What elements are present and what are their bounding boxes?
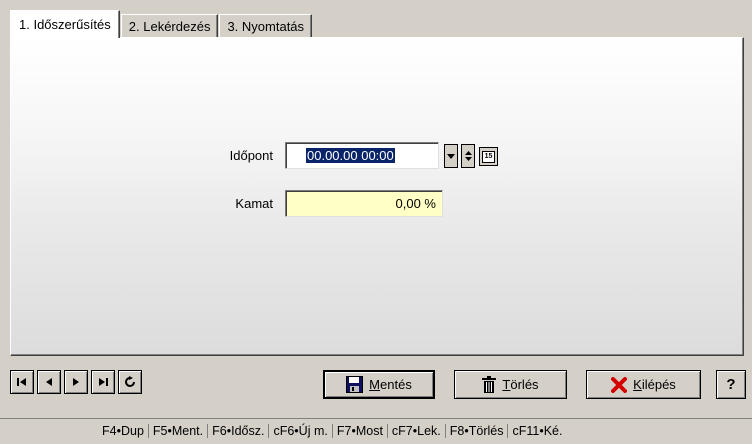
spin-down-icon [464,157,472,161]
idopont-label: Időpont [229,148,273,163]
status-shortcut[interactable]: cF7•Lek. [388,424,446,438]
last-record-icon [99,378,108,386]
tab-label: 2. Lekérdezés [128,19,211,34]
status-shortcut[interactable]: F8•Törlés [446,424,509,438]
main-window: 1. Időszerűsítés 2. Lekérdezés 3. Nyomta… [0,0,752,444]
kamat-field[interactable]: 0,00 % [285,190,443,217]
spin-button[interactable] [461,144,475,168]
calendar-icon: 15 [482,150,495,163]
idopont-field[interactable]: 00.00.00 00:00 [285,142,439,169]
chevron-down-icon [447,153,455,159]
calendar-button[interactable]: 15 [479,147,498,166]
delete-button[interactable]: Törlés [454,370,567,399]
help-button[interactable]: ? [716,370,746,399]
tab-label: 1. Időszerűsítés [19,17,111,32]
save-button[interactable]: Mentés [323,370,435,399]
help-button-label: ? [726,376,736,393]
next-record-button[interactable] [64,370,88,394]
tab-panel: Időpont 00.00.00 00:00 15 Kamat 0,00 % [10,37,744,356]
kamat-value: 0,00 % [395,196,436,211]
status-shortcut[interactable]: cF11•Ké. [508,424,566,438]
dropdown-button[interactable] [444,144,458,168]
save-button-label: Mentés [369,377,412,392]
tab-strip: 1. Időszerűsítés 2. Lekérdezés 3. Nyomta… [10,10,313,38]
status-bar: F4•Dup F5•Ment. F6•Idősz. cF6•Új m. F7•M… [0,418,752,444]
tab-nyomtatas[interactable]: 3. Nyomtatás [219,14,313,38]
first-record-button[interactable] [10,370,34,394]
status-shortcut[interactable]: F4•Dup [98,424,149,438]
status-shortcuts: F4•Dup F5•Ment. F6•Idősz. cF6•Új m. F7•M… [98,424,566,438]
refresh-icon [125,376,135,387]
refresh-button[interactable] [118,370,142,394]
spin-up-icon [464,151,472,155]
status-shortcut[interactable]: F5•Ment. [149,424,209,438]
previous-record-button[interactable] [37,370,61,394]
previous-record-icon [46,378,52,386]
kamat-label: Kamat [235,196,273,211]
tab-idoszerusites[interactable]: 1. Időszerűsítés [10,10,120,38]
next-record-icon [73,378,79,386]
idopont-value: 00.00.00 00:00 [306,148,395,163]
first-record-icon [17,378,26,386]
tab-lekerdezes[interactable]: 2. Lekérdezés [120,14,219,38]
status-shortcut[interactable]: cF6•Új m. [269,424,333,438]
trash-can-icon [482,376,497,393]
exit-button-label: Kilépés [633,377,676,392]
status-shortcut[interactable]: F6•Idősz. [208,424,270,438]
tab-label: 3. Nyomtatás [227,19,305,34]
last-record-button[interactable] [91,370,115,394]
delete-button-label: Törlés [502,377,539,392]
status-shortcut[interactable]: F7•Most [333,424,388,438]
exit-button[interactable]: Kilépés [586,370,701,399]
floppy-disk-icon [346,376,364,393]
red-x-icon [611,376,628,393]
